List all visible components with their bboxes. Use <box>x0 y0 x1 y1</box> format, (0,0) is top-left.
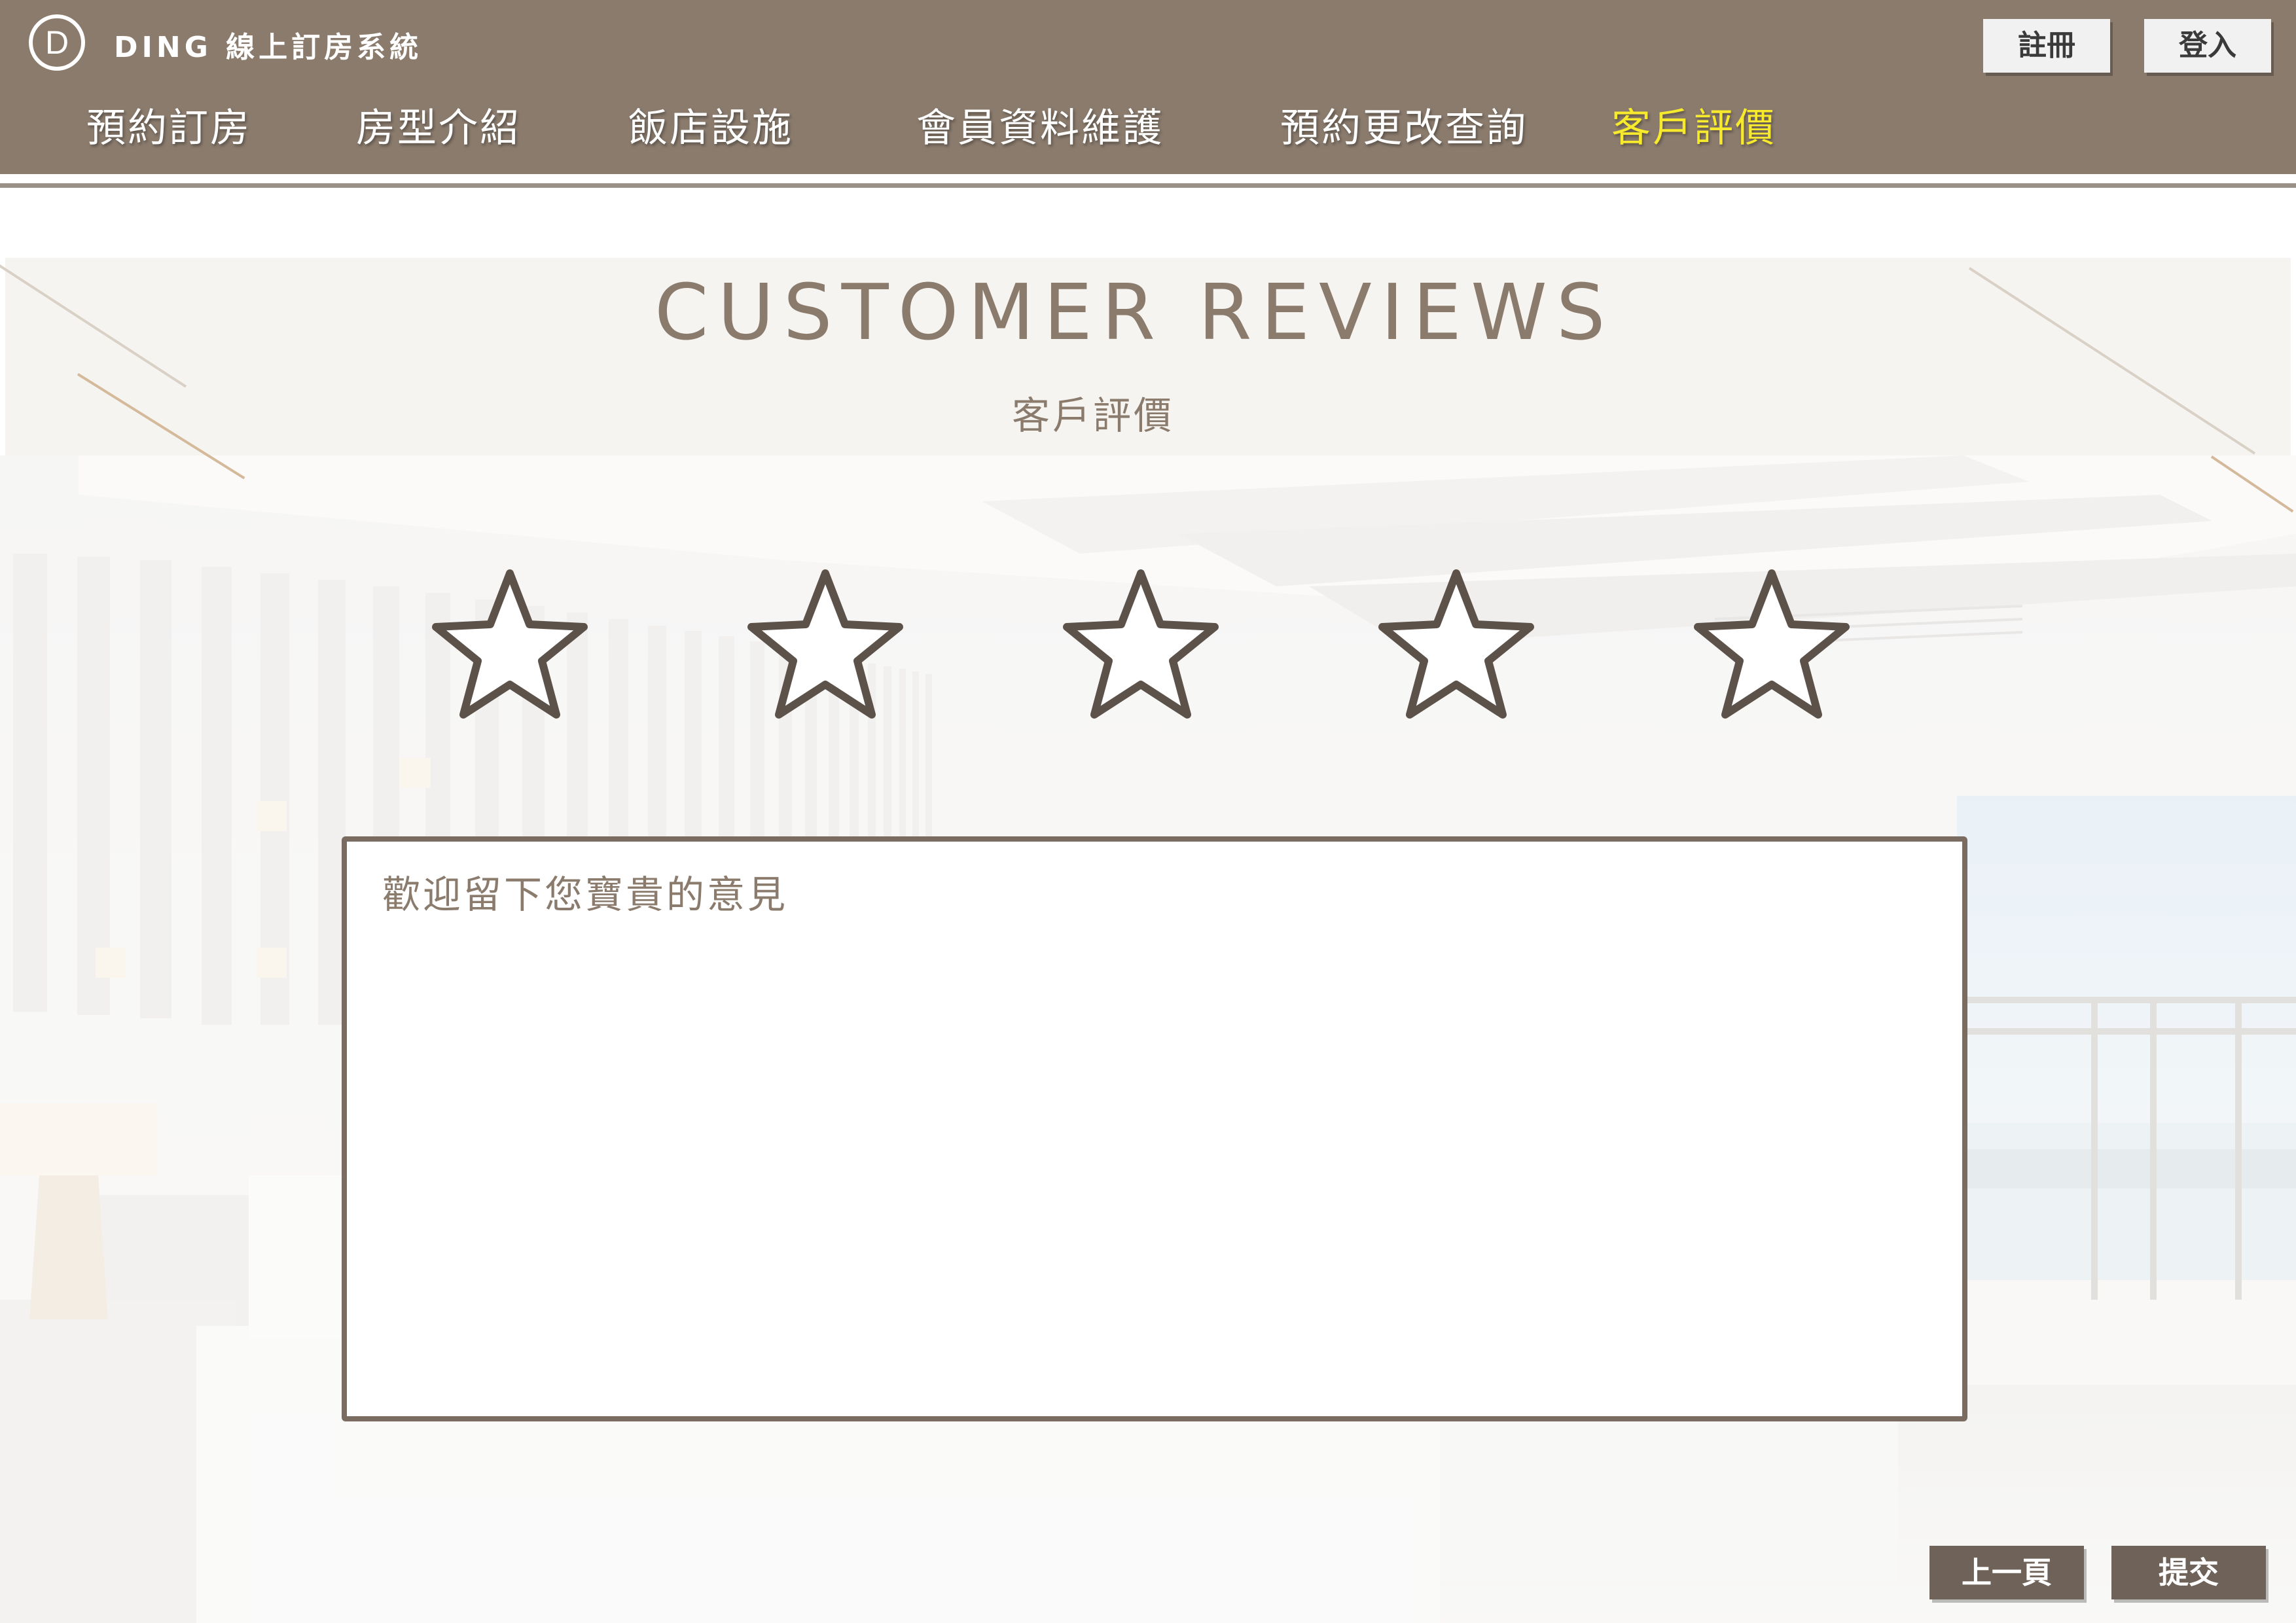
rating-star-5-icon[interactable] <box>1690 567 1854 721</box>
brand-title: DING 線上訂房系統 <box>114 31 423 64</box>
nav-item-booking[interactable]: 預約訂房 <box>86 101 251 156</box>
rating-star-1-icon[interactable] <box>428 567 592 721</box>
rating-star-2-icon[interactable] <box>744 567 907 721</box>
login-button[interactable]: 登入 <box>2144 19 2271 73</box>
rating-star-3-icon[interactable] <box>1059 567 1223 721</box>
nav-item-reviews[interactable]: 客戶評價 <box>1611 101 1776 156</box>
logo-letter: D <box>45 24 69 61</box>
rating-star-4-icon[interactable] <box>1374 567 1538 721</box>
previous-page-button[interactable]: 上一頁 <box>1929 1546 2084 1599</box>
submit-button[interactable]: 提交 <box>2111 1546 2266 1599</box>
register-button[interactable]: 註冊 <box>1983 19 2110 73</box>
top-header: D DING 線上訂房系統 註冊 登入 預約訂房 房型介紹 飯店設施 會員資料維… <box>0 0 2296 174</box>
review-textarea[interactable]: 歡迎留下您寶貴的意見 <box>342 836 1967 1421</box>
header-divider-shadow <box>0 183 2296 188</box>
nav-item-booking-changes[interactable]: 預約更改查詢 <box>1280 101 1528 156</box>
logo-icon[interactable]: D <box>29 14 85 71</box>
nav-item-facilities[interactable]: 飯店設施 <box>628 101 793 156</box>
page-title: CUSTOMER REVIEWS <box>655 267 1615 357</box>
nav-item-room-types[interactable]: 房型介紹 <box>356 101 521 156</box>
review-placeholder: 歡迎留下您寶貴的意見 <box>382 872 789 917</box>
nav-item-member-profile[interactable]: 會員資料維護 <box>916 101 1164 156</box>
page-subtitle: 客戶評價 <box>1011 393 1174 438</box>
